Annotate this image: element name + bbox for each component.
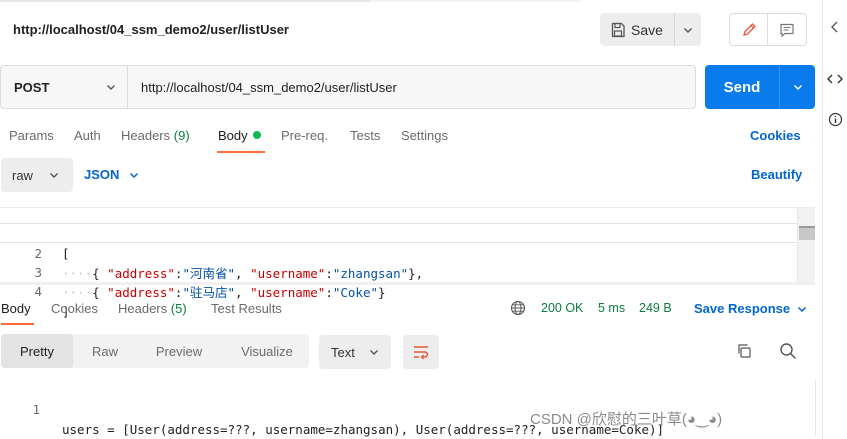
code-line: 2 ····{ "address":"河南省", "username":"zha… xyxy=(0,223,800,281)
chevron-down-icon xyxy=(798,306,807,312)
search-button[interactable] xyxy=(779,342,797,363)
editor-scrollbar[interactable] xyxy=(797,208,815,284)
send-options-button[interactable] xyxy=(779,65,815,109)
view-tab-pretty[interactable]: Pretty xyxy=(1,334,73,368)
response-time[interactable]: 5 ms xyxy=(598,301,625,315)
tab-tests[interactable]: Tests xyxy=(350,128,380,143)
chevron-down-icon xyxy=(370,350,378,355)
comment-button[interactable] xyxy=(768,14,806,45)
view-mode-group: Pretty Raw Preview Visualize xyxy=(1,334,309,368)
send-group: Send xyxy=(705,65,815,109)
wrap-lines-icon xyxy=(414,346,429,360)
response-tab-body[interactable]: Body xyxy=(1,301,31,316)
response-body-line[interactable]: 1 users = [User(address=???, username=zh… xyxy=(0,380,800,437)
edit-button[interactable] xyxy=(730,14,768,45)
tab-settings[interactable]: Settings xyxy=(401,128,448,143)
beautify-link[interactable]: Beautify xyxy=(751,167,802,182)
chevron-down-icon xyxy=(107,85,115,90)
chevron-down-icon xyxy=(50,173,58,178)
response-format-label: Text xyxy=(331,344,355,360)
right-sidebar xyxy=(822,0,847,439)
copy-button[interactable] xyxy=(736,343,752,362)
save-response-label: Save Response xyxy=(694,301,791,316)
response-tab-headers-count: (5) xyxy=(170,301,187,316)
copy-icon xyxy=(738,344,751,358)
info-icon[interactable] xyxy=(828,112,843,127)
wrap-lines-button[interactable] xyxy=(403,335,439,369)
url-bar: POST http://localhost/04_ssm_demo2/user/… xyxy=(0,65,696,109)
tab-auth[interactable]: Auth xyxy=(74,128,101,143)
body-language-label: JSON xyxy=(84,167,120,182)
save-group: Save xyxy=(600,13,702,46)
tab-headers[interactable]: Headers (9) xyxy=(121,128,190,143)
save-options-button[interactable] xyxy=(674,13,701,46)
search-icon xyxy=(780,343,797,360)
tab-body-label: Body xyxy=(218,128,248,143)
response-tabs: Body Cookies Headers (5) Test Results 20… xyxy=(0,292,815,326)
body-indicator-dot xyxy=(252,131,261,139)
watermark: CSDN @欣慰的三叶草(◕‿◕) xyxy=(530,411,723,428)
response-tab-headers-label: Headers xyxy=(118,301,168,316)
line-number: 1 xyxy=(32,402,40,417)
view-tab-preview[interactable]: Preview xyxy=(141,334,217,368)
response-format-select[interactable]: Text xyxy=(319,335,391,369)
chevron-left-icon[interactable] xyxy=(829,20,841,34)
code-line: 4 ] xyxy=(0,262,800,319)
request-title-row: http://localhost/04_ssm_demo2/user/listU… xyxy=(0,0,822,60)
code-line: 1 [ xyxy=(0,204,800,261)
method-label: POST xyxy=(14,79,50,95)
code-icon[interactable] xyxy=(827,72,843,86)
response-tab-test-results[interactable]: Test Results xyxy=(211,301,282,316)
editor-resize-handle[interactable] xyxy=(0,282,815,285)
body-mode-select[interactable]: raw xyxy=(1,158,73,192)
comment-icon xyxy=(780,23,794,37)
edit-group xyxy=(729,13,807,46)
response-status[interactable]: 200 OK xyxy=(541,301,583,315)
chevron-down-icon xyxy=(793,84,802,91)
response-tab-headers[interactable]: Headers (5) xyxy=(118,301,187,316)
body-options: raw JSON Beautify xyxy=(0,158,815,192)
tab-body[interactable]: Body xyxy=(218,128,261,143)
globe-icon[interactable] xyxy=(510,300,526,316)
tab-headers-count: (9) xyxy=(173,128,190,143)
save-response-button[interactable]: Save Response xyxy=(694,301,808,316)
tab-prereq[interactable]: Pre-req. xyxy=(281,128,328,143)
body-language-select[interactable]: JSON xyxy=(84,167,140,182)
editor-scrollbar-thumb[interactable] xyxy=(799,226,815,240)
send-button[interactable]: Send xyxy=(705,65,779,109)
save-icon xyxy=(611,22,625,37)
chevron-down-icon xyxy=(684,27,692,33)
save-label: Save xyxy=(631,21,663,38)
request-body-editor[interactable]: 1 [ 2 ····{ "address":"河南省", "username":… xyxy=(0,204,815,319)
body-mode-label: raw xyxy=(12,167,33,183)
pencil-icon xyxy=(742,22,756,36)
code-line: 3 ····{ "address":"驻马店", "username":"Cok… xyxy=(0,243,800,300)
view-tab-raw[interactable]: Raw xyxy=(77,334,133,368)
response-size[interactable]: 249 B xyxy=(639,301,672,315)
method-select[interactable]: POST xyxy=(1,66,128,108)
request-tabs: Params Auth Headers (9) Body Pre-req. Te… xyxy=(0,120,815,154)
response-tab-cookies[interactable]: Cookies xyxy=(51,301,98,316)
cookies-link[interactable]: Cookies xyxy=(750,128,801,143)
view-tab-visualize[interactable]: Visualize xyxy=(227,334,307,368)
request-title[interactable]: http://localhost/04_ssm_demo2/user/listU… xyxy=(13,22,289,37)
active-tab-indicator xyxy=(1,323,34,325)
chevron-down-icon xyxy=(130,172,139,178)
tab-headers-label: Headers xyxy=(121,128,171,143)
response-scrollbar[interactable] xyxy=(815,380,816,436)
save-button[interactable]: Save xyxy=(600,13,674,46)
active-tab-indicator xyxy=(217,151,265,153)
url-input[interactable]: http://localhost/04_ssm_demo2/user/listU… xyxy=(128,66,695,108)
response-view-controls: Pretty Raw Preview Visualize Text xyxy=(0,334,815,370)
tab-params[interactable]: Params xyxy=(9,128,54,143)
